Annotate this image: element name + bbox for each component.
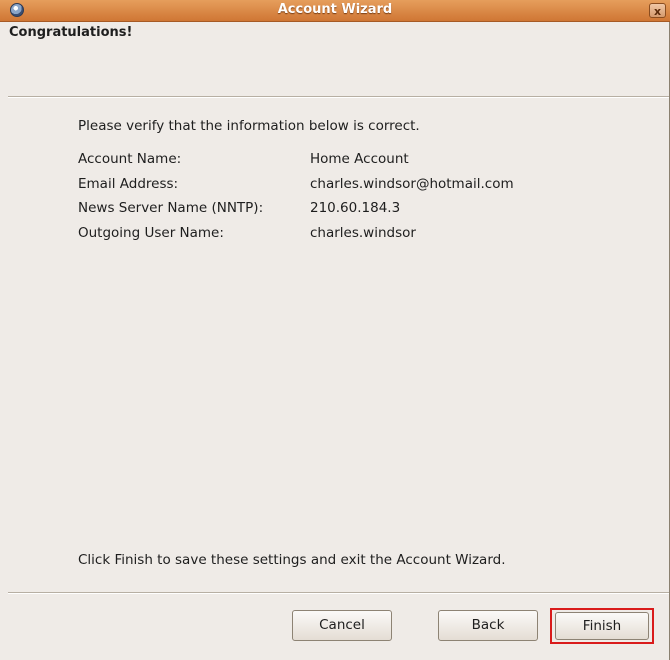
field-value: charles.windsor@hotmail.com [310, 176, 514, 192]
field-value: Home Account [310, 151, 409, 167]
close-icon[interactable]: x [649, 3, 666, 18]
cancel-button[interactable]: Cancel [292, 610, 392, 641]
intro-text: Please verify that the information below… [78, 118, 420, 134]
finish-button[interactable]: Finish [555, 612, 649, 640]
title-bar[interactable]: Account Wizard x [0, 0, 670, 22]
account-wizard-window: Account Wizard x Congratulations! Please… [0, 0, 670, 660]
field-label: Email Address: [78, 176, 179, 192]
field-label: Outgoing User Name: [78, 225, 224, 241]
back-button[interactable]: Back [438, 610, 538, 641]
field-label: News Server Name (NNTP): [78, 200, 264, 216]
field-label: Account Name: [78, 151, 182, 167]
window-title: Account Wizard [277, 2, 393, 17]
finish-button-highlight: Finish [550, 608, 654, 644]
summary-content: Please verify that the information below… [0, 90, 669, 590]
field-value: charles.windsor [310, 225, 416, 241]
field-value: 210.60.184.3 [310, 200, 401, 216]
page-heading: Congratulations! [9, 25, 133, 40]
finish-instructions: Click Finish to save these settings and … [78, 552, 506, 568]
footer-divider [8, 592, 669, 594]
